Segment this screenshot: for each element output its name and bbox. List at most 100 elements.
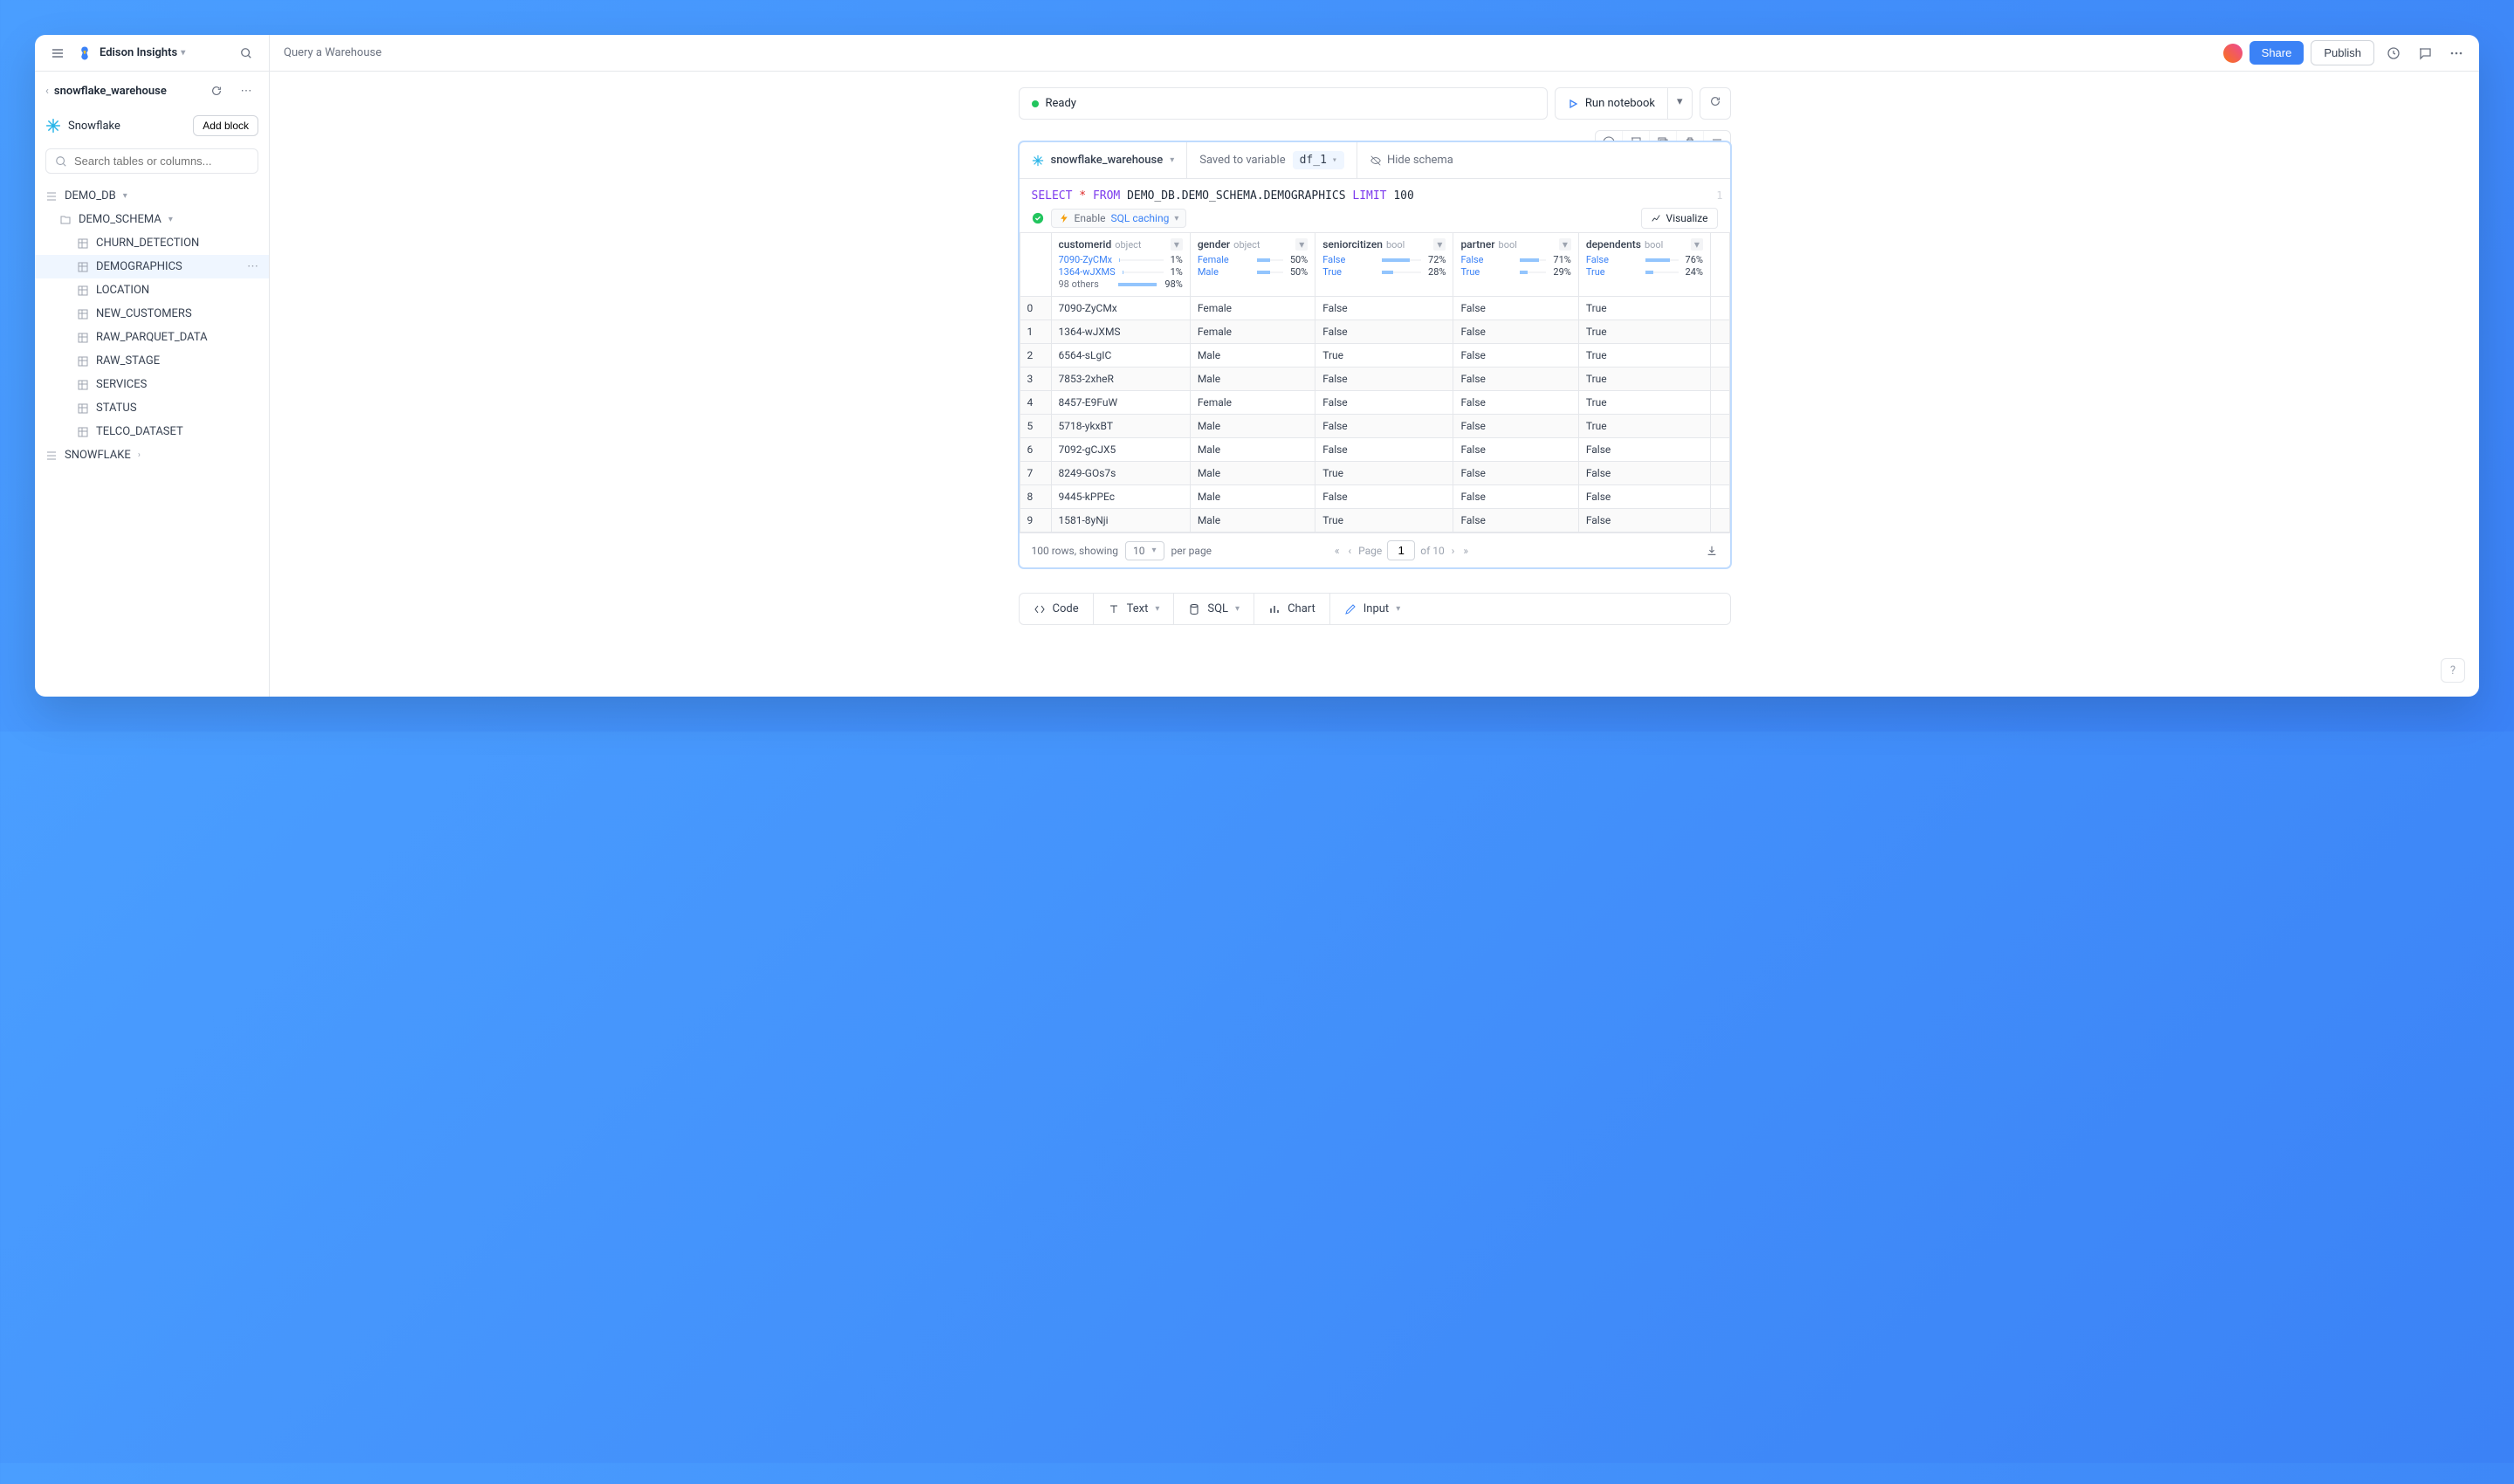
- history-icon[interactable]: [2381, 41, 2406, 65]
- palette-sql[interactable]: SQL▾: [1174, 594, 1254, 624]
- row-count-label: 100 rows, showing: [1032, 545, 1119, 557]
- column-menu-icon[interactable]: ▾: [1691, 238, 1703, 251]
- check-icon: [1032, 212, 1044, 224]
- logo-icon: [77, 45, 93, 61]
- last-page-icon[interactable]: »: [1461, 543, 1470, 559]
- chevron-down-icon: ▾: [181, 48, 185, 58]
- per-page-select[interactable]: 10▾: [1125, 541, 1164, 560]
- publish-button[interactable]: Publish: [2311, 40, 2374, 65]
- table-row[interactable]: 11364-wJXMSFemaleFalseFalseTrue: [1020, 320, 1729, 344]
- status-text: Ready: [1046, 97, 1076, 110]
- page-input[interactable]: [1387, 540, 1415, 560]
- column-menu-icon[interactable]: ▾: [1559, 238, 1571, 251]
- variable-pill[interactable]: df_1▾: [1293, 151, 1344, 169]
- more-icon[interactable]: [2444, 41, 2469, 65]
- of-pages-label: of 10: [1420, 545, 1444, 557]
- chevron-down-icon: ▾: [1152, 546, 1157, 555]
- chart-icon: [1651, 213, 1661, 223]
- search-icon[interactable]: [234, 41, 258, 65]
- connection-name: Snowflake: [68, 120, 186, 133]
- help-icon[interactable]: ?: [2441, 658, 2465, 683]
- chevron-down-icon: ▾: [1332, 155, 1337, 165]
- reload-button[interactable]: [1700, 87, 1731, 120]
- column-gender[interactable]: genderobject▾Female50%Male50%: [1190, 233, 1315, 297]
- tree-db[interactable]: DEMO_DB▾: [35, 184, 269, 208]
- chevron-down-icon: ▾: [1174, 214, 1178, 223]
- per-page-label: per page: [1171, 545, 1212, 557]
- download-icon[interactable]: [1706, 545, 1718, 557]
- table-row[interactable]: 48457-E9FuWFemaleFalseFalseTrue: [1020, 391, 1729, 415]
- sql-editor[interactable]: SELECT * FROM DEMO_DB.DEMO_SCHEMA.DEMOGR…: [1020, 179, 1730, 208]
- tree-table-location[interactable]: LOCATION⋯: [35, 278, 269, 302]
- table-row[interactable]: 07090-ZyCMxFemaleFalseFalseTrue: [1020, 297, 1729, 320]
- table-row[interactable]: 78249-GOs7sMaleTrueFalseFalse: [1020, 462, 1729, 485]
- more-icon[interactable]: ⋯: [247, 260, 258, 273]
- table-row[interactable]: 89445-kPPEcMaleFalseFalseFalse: [1020, 485, 1729, 509]
- cell-connection[interactable]: snowflake_warehouse: [1051, 154, 1164, 167]
- table-row[interactable]: 55718-ykxBTMaleFalseFalseTrue: [1020, 415, 1729, 438]
- search-field[interactable]: [74, 155, 249, 168]
- tree-table-churn_detection[interactable]: CHURN_DETECTION⋯: [35, 231, 269, 255]
- block-palette: Code Text▾ SQL▾ Chart Input▾: [1019, 593, 1731, 625]
- back-icon[interactable]: ‹: [45, 85, 49, 98]
- visualize-button[interactable]: Visualize: [1641, 208, 1718, 229]
- share-button[interactable]: Share: [2250, 41, 2304, 65]
- palette-input[interactable]: Input▾: [1330, 594, 1730, 624]
- status-box: Ready: [1019, 87, 1548, 120]
- column-seniorcitizen[interactable]: seniorcitizenbool▾False72%True28%: [1315, 233, 1453, 297]
- first-page-icon[interactable]: «: [1333, 543, 1342, 559]
- column-menu-icon[interactable]: ▾: [1295, 238, 1308, 251]
- menu-icon[interactable]: [45, 41, 70, 65]
- column-partner[interactable]: partnerbool▾False71%True29%: [1453, 233, 1578, 297]
- tree-table-new_customers[interactable]: NEW_CUSTOMERS⋯: [35, 302, 269, 326]
- tree-table-services[interactable]: SERVICES⋯: [35, 373, 269, 396]
- code-icon: [1034, 603, 1046, 615]
- results-table: customeridobject▾7090-ZyCMx1%1364-wJXMS1…: [1020, 232, 1730, 532]
- bar-chart-icon: [1268, 603, 1281, 615]
- tree-table-raw_stage[interactable]: RAW_STAGE⋯: [35, 349, 269, 373]
- chevron-down-icon: ▾: [1396, 604, 1400, 614]
- tree-table-raw_parquet_data[interactable]: RAW_PARQUET_DATA⋯: [35, 326, 269, 349]
- chevron-down-icon: ▾: [1170, 155, 1174, 165]
- next-page-icon[interactable]: ›: [1450, 543, 1457, 559]
- hide-schema-button[interactable]: Hide schema: [1357, 142, 1466, 178]
- pencil-icon: [1344, 603, 1357, 615]
- table-row[interactable]: 67092-gCJX5MaleFalseFalseFalse: [1020, 438, 1729, 462]
- avatar[interactable]: [2223, 44, 2243, 63]
- search-icon: [55, 155, 67, 168]
- palette-chart[interactable]: Chart: [1254, 594, 1330, 624]
- comments-icon[interactable]: [2413, 41, 2437, 65]
- sql-cell: snowflake_warehouse ▾ Saved to variable …: [1019, 141, 1731, 568]
- play-icon: [1568, 99, 1578, 109]
- tree-table-status[interactable]: STATUS⋯: [35, 396, 269, 420]
- index-header: [1020, 233, 1051, 297]
- column-menu-icon[interactable]: ▾: [1433, 238, 1446, 251]
- snowflake-icon: [1032, 155, 1044, 167]
- refresh-icon[interactable]: [204, 79, 229, 103]
- tree-schema[interactable]: DEMO_SCHEMA▾: [35, 208, 269, 231]
- column-dependents[interactable]: dependentsbool▾False76%True24%: [1578, 233, 1710, 297]
- table-row[interactable]: 26564-sLgICMaleTrueFalseTrue: [1020, 344, 1729, 368]
- table-row[interactable]: 37853-2xheRMaleFalseFalseTrue: [1020, 368, 1729, 391]
- search-input[interactable]: [45, 148, 258, 174]
- table-row[interactable]: 91581-8yNjiMaleTrueFalseFalse: [1020, 509, 1729, 532]
- sql-caching-pill[interactable]: Enable SQL caching ▾: [1051, 209, 1187, 228]
- line-number: 1: [1716, 189, 1722, 202]
- column-menu-icon[interactable]: ▾: [1171, 238, 1183, 251]
- palette-code[interactable]: Code: [1020, 594, 1094, 624]
- tree-table-demographics[interactable]: DEMOGRAPHICS⋯: [35, 255, 269, 278]
- more-icon[interactable]: ⋯: [234, 79, 258, 103]
- add-block-button[interactable]: Add block: [193, 115, 258, 136]
- prev-page-icon[interactable]: ‹: [1346, 543, 1353, 559]
- tree-db-snowflake[interactable]: SNOWFLAKE›: [35, 443, 269, 467]
- sidebar: ‹ snowflake_warehouse ⋯ Snowflake Add bl…: [35, 72, 270, 697]
- snowflake-icon: [45, 118, 61, 134]
- workspace-selector[interactable]: Edison Insights▾: [100, 46, 185, 59]
- run-options-dropdown[interactable]: ▾: [1668, 87, 1693, 120]
- tree-table-telco_dataset[interactable]: TELCO_DATASET⋯: [35, 420, 269, 443]
- palette-text[interactable]: Text▾: [1094, 594, 1175, 624]
- status-dot-icon: [1032, 100, 1039, 107]
- page-title: Query a Warehouse: [270, 46, 2213, 59]
- column-customerid[interactable]: customeridobject▾7090-ZyCMx1%1364-wJXMS1…: [1051, 233, 1190, 297]
- run-notebook-button[interactable]: Run notebook: [1555, 87, 1668, 120]
